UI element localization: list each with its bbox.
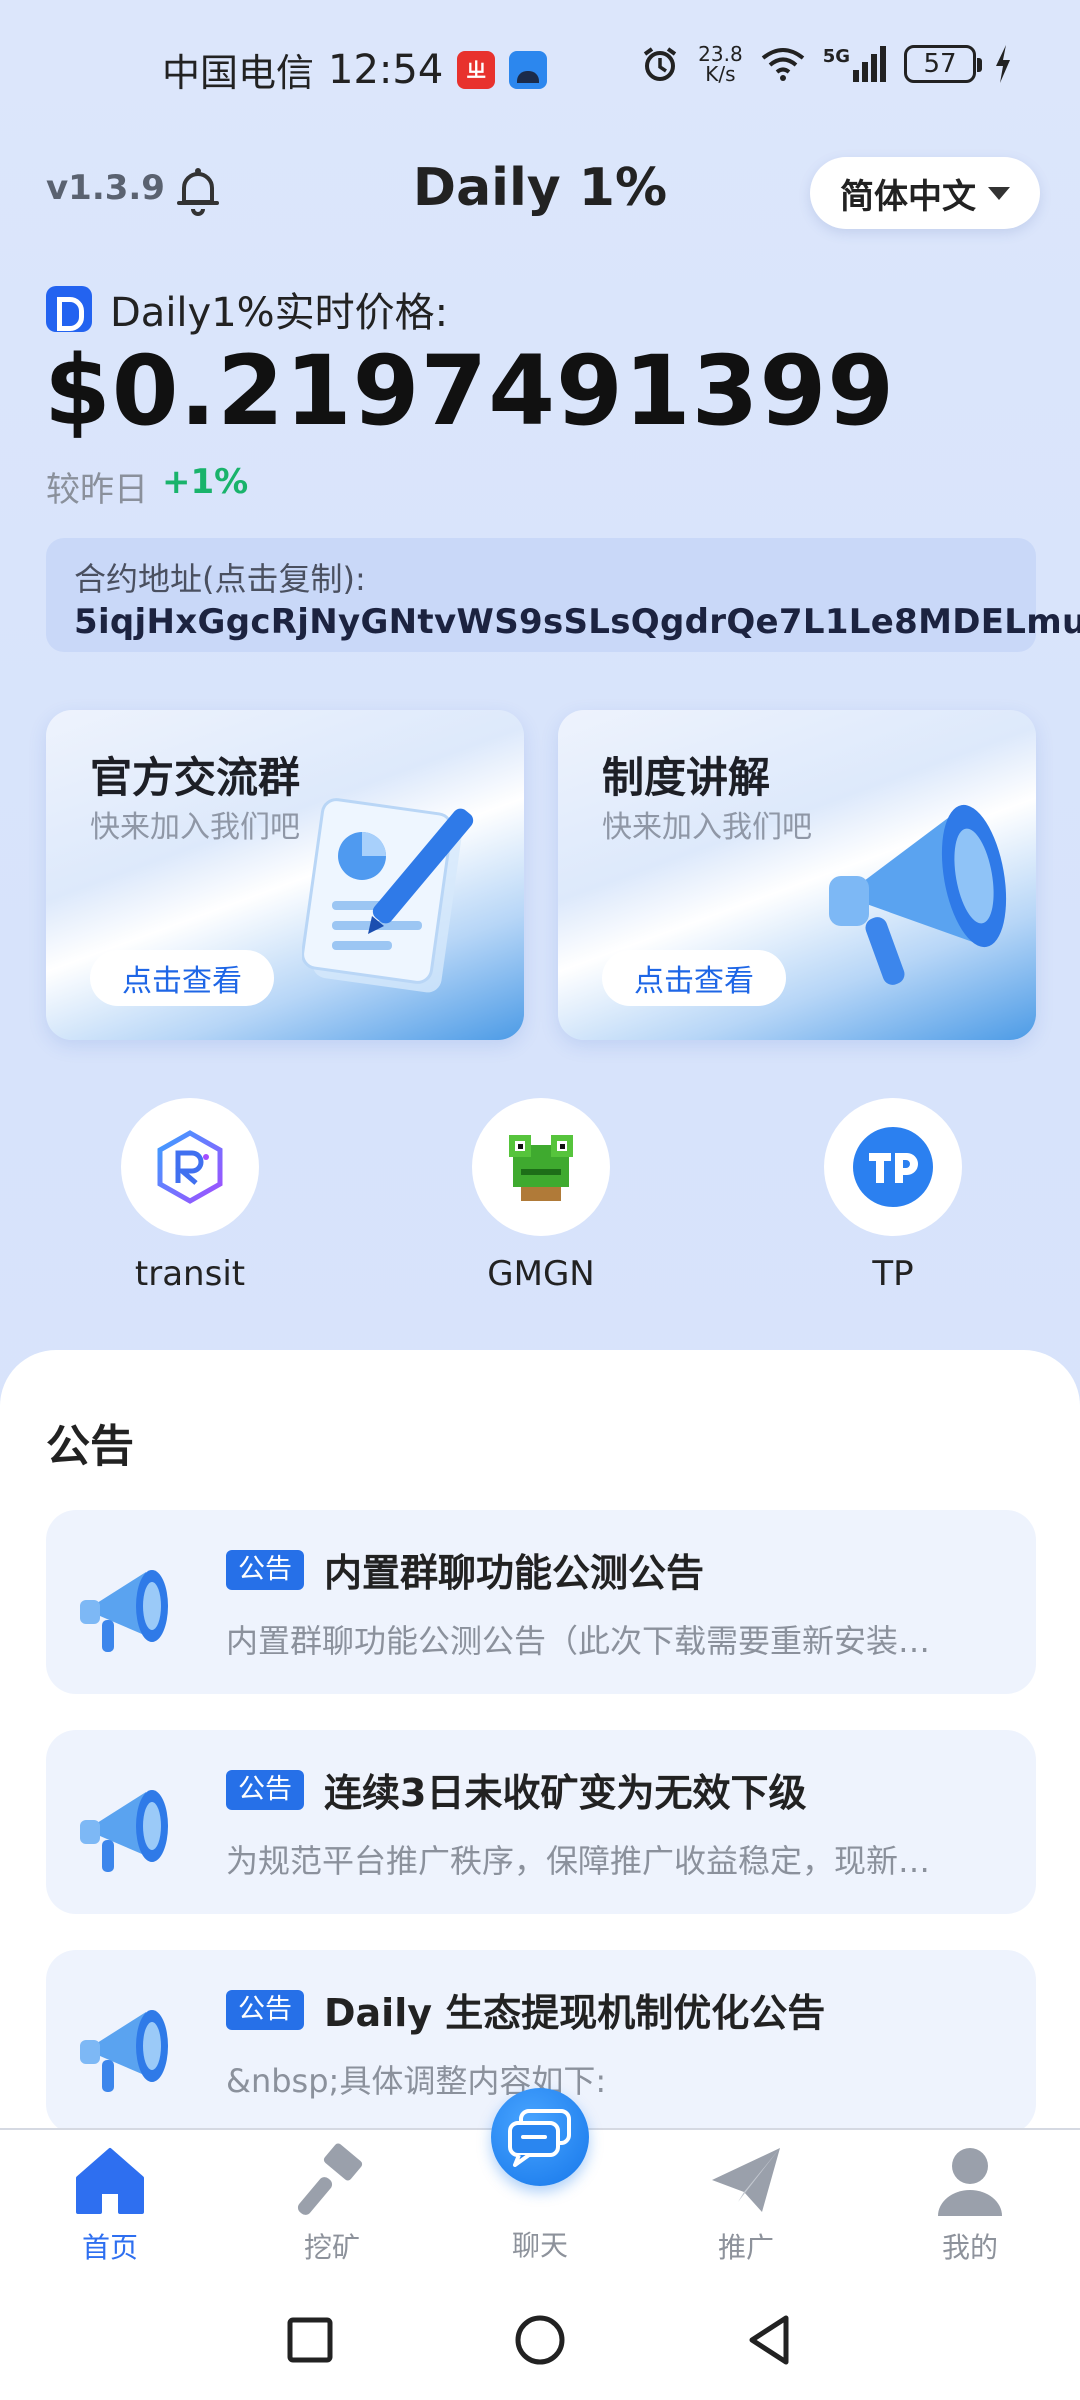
hammer-icon: [297, 2143, 363, 2215]
change-label: 较昨日: [46, 470, 148, 510]
app-screen: 中国电信 12:54 ㄓ 23.8 K/s 5G 57 v1.3.9 Daily…: [0, 0, 1080, 2400]
network-type: 5G: [822, 46, 850, 67]
price-label: Daily1%实时价格:: [110, 290, 449, 336]
status-right: 23.8 K/s 5G 57: [640, 44, 1012, 84]
home-circle-icon[interactable]: [512, 2312, 568, 2368]
quick-link-transit[interactable]: transit: [90, 1098, 290, 1294]
status-left: 中国电信 12:54 ㄓ: [162, 42, 548, 97]
user-icon: [938, 2148, 1002, 2216]
nav-label-chat: 聊天: [511, 2229, 568, 2262]
back-icon[interactable]: [742, 2312, 798, 2368]
price-change: 较昨日 +1%: [46, 462, 248, 511]
chevron-down-icon: [988, 186, 1010, 200]
megaphone-icon: [829, 804, 1007, 985]
announcement-body: 为规范平台推广秩序，保障推广收益稳定，现新…: [226, 1842, 931, 1880]
announcements-title: 公告: [46, 1421, 134, 1472]
announcement-tag: 公告: [226, 1550, 304, 1590]
network-speed-unit: K/s: [705, 62, 736, 86]
battery-indicator: 57: [904, 45, 982, 83]
token-logo-icon: [46, 286, 92, 332]
quick-link-tp[interactable]: TP: [793, 1098, 993, 1294]
announcement-tag: 公告: [226, 1990, 304, 2030]
quick-link-label: TP: [872, 1254, 914, 1294]
carrier-name: 中国电信: [162, 51, 315, 95]
clock: 12:54: [328, 46, 444, 93]
view-button[interactable]: 点击查看: [90, 950, 274, 1006]
card-title: 官方交流群: [90, 753, 301, 802]
contract-address: 5iqjHxGgcRjNyGNtvWS9sSLsQgdrQe7L1Le8MDEL…: [74, 602, 1080, 642]
wifi-icon: [761, 48, 804, 81]
megaphone-icon: [80, 1570, 168, 1652]
megaphone-icon: [80, 2010, 168, 2092]
language-label: 简体中文: [840, 176, 976, 217]
status-bar: 中国电信 12:54 ㄓ 23.8 K/s 5G 57: [0, 0, 1080, 140]
view-button[interactable]: 点击查看: [602, 950, 786, 1006]
nav-promote[interactable]: 推广: [666, 2140, 826, 2266]
charging-icon: [996, 45, 1010, 83]
chat-bubbles-icon: [508, 2109, 571, 2167]
contract-address-box[interactable]: 合约地址(点击复制): 5iqjHxGgcRjNyGNtvWS9sSLsQgdr…: [46, 538, 1080, 652]
megaphone-icon: [80, 1790, 168, 1872]
document-pen-icon: [302, 798, 474, 993]
quick-link-gmgn[interactable]: GMGN: [441, 1098, 641, 1294]
change-value: +1%: [162, 462, 249, 502]
announcement-body: &nbsp;具体调整内容如下:: [226, 2062, 607, 2100]
nav-profile[interactable]: 我的: [890, 2140, 1050, 2266]
price-value: $0.2197491399: [44, 335, 896, 447]
announcement-item[interactable]: 公告 连续3日未收矿变为无效下级 为规范平台推广秩序，保障推广收益稳定，现新…: [46, 1730, 1036, 1914]
contract-label: 合约地址(点击复制):: [74, 560, 366, 598]
notification-app-icon: ㄓ: [457, 50, 496, 89]
nav-label: 推广: [717, 2231, 774, 2264]
card-subtitle: 快来加入我们吧: [602, 810, 812, 845]
language-selector[interactable]: 简体中文: [810, 157, 1040, 229]
recent-apps-icon[interactable]: [282, 2312, 338, 2368]
network-speed-value: 23.8: [698, 42, 743, 66]
tp-wallet-icon: [824, 1098, 962, 1236]
announcement-body: 内置群聊功能公测公告（此次下载需要重新安装…: [226, 1622, 931, 1660]
nav-label: 首页: [81, 2231, 138, 2264]
card-subtitle: 快来加入我们吧: [90, 810, 300, 845]
app-header: v1.3.9 Daily 1% 简体中文: [0, 140, 1080, 240]
paper-plane-icon: [712, 2148, 780, 2212]
nav-home[interactable]: 首页: [30, 2140, 190, 2266]
announcement-title: 连续3日未收矿变为无效下级: [324, 1771, 807, 1815]
notification-app-icon: [509, 50, 548, 89]
quick-link-label: transit: [134, 1254, 246, 1294]
system-guide-card[interactable]: 制度讲解 快来加入我们吧 点击查看: [558, 710, 1036, 1040]
announcements-panel: 公告 公告 内置群聊功能公测公告 内置群聊功能公测公告（此次下载需要重新安装… …: [0, 1350, 1080, 2130]
alarm-icon: [643, 47, 677, 81]
announcement-item[interactable]: 公告 内置群聊功能公测公告 内置群聊功能公测公告（此次下载需要重新安装…: [46, 1510, 1036, 1694]
quick-link-label: GMGN: [487, 1254, 595, 1294]
home-icon: [76, 2148, 144, 2214]
announcement-tag: 公告: [226, 1770, 304, 1810]
cell-signal-icon: 5G: [823, 46, 886, 82]
announcement-title: Daily 生态提现机制优化公告: [324, 1991, 826, 2035]
system-nav-bar: [0, 2276, 1080, 2400]
frog-icon: [472, 1098, 610, 1236]
transit-icon: [121, 1098, 259, 1236]
nav-label: 挖矿: [303, 2231, 360, 2264]
nav-mining[interactable]: 挖矿: [252, 2140, 412, 2266]
announcement-title: 内置群聊功能公测公告: [324, 1551, 705, 1595]
official-group-card[interactable]: 官方交流群 快来加入我们吧 点击查看: [46, 710, 524, 1040]
nav-label: 我的: [941, 2231, 998, 2264]
chat-button[interactable]: [491, 2088, 589, 2186]
network-speed: 23.8 K/s: [698, 44, 743, 84]
card-title: 制度讲解: [602, 753, 771, 802]
price-header: Daily1%实时价格:: [46, 280, 448, 338]
